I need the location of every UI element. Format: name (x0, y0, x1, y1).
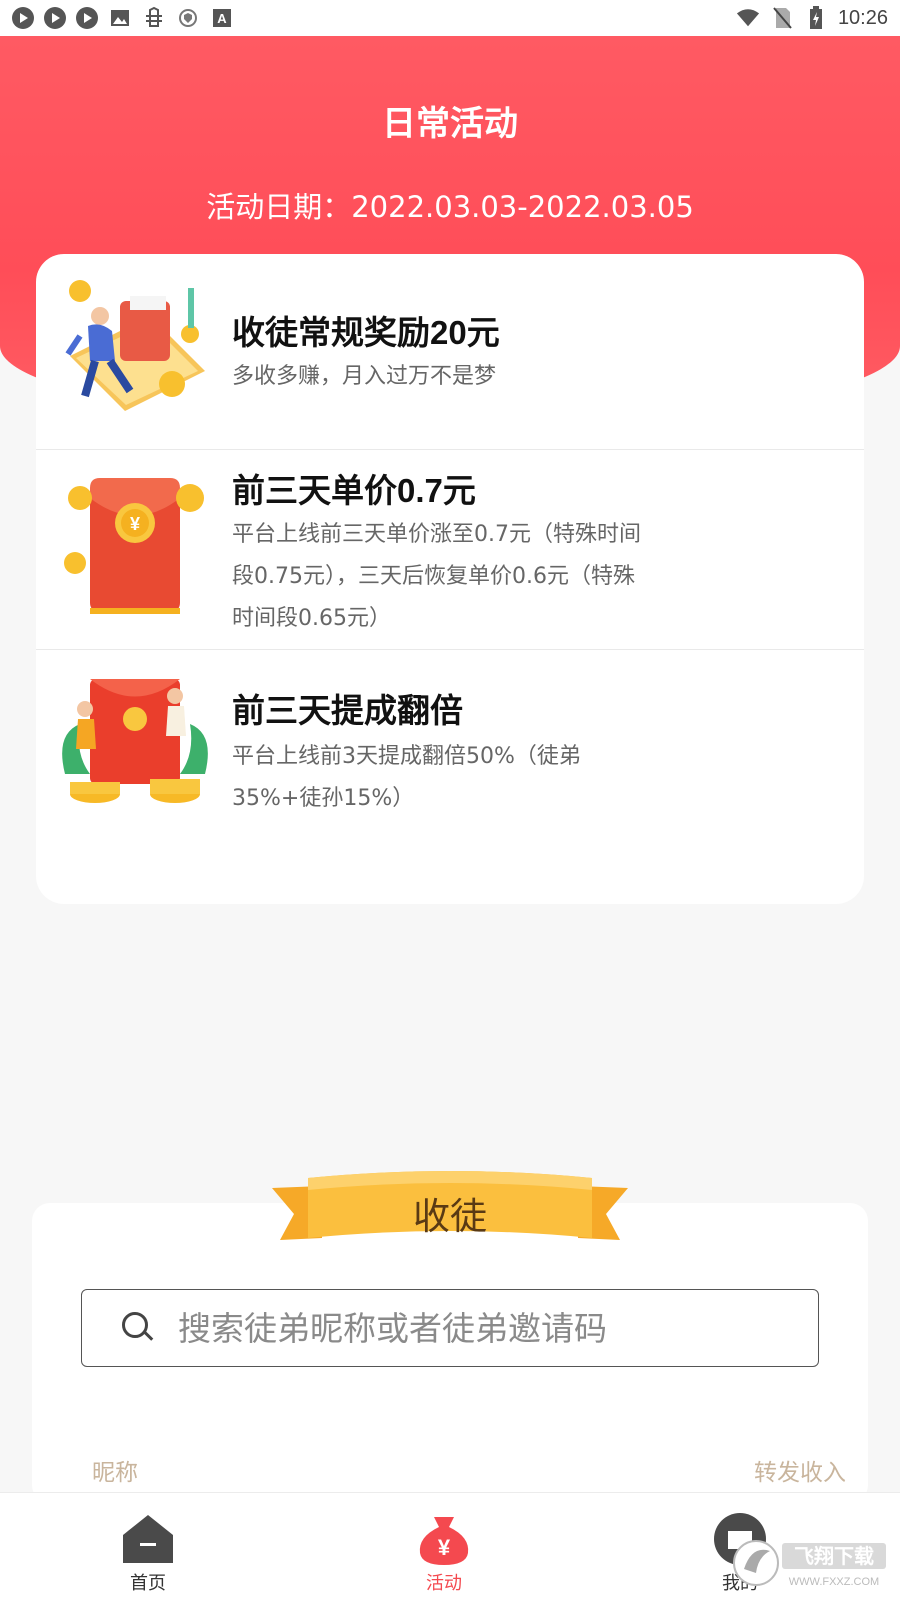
column-header-nickname: 昵称 (92, 1460, 138, 1486)
font-icon: A (210, 6, 234, 30)
svg-text:¥: ¥ (130, 514, 140, 534)
activity-card: 收徒常规奖励20元 多收多赚，月入过万不是梦 ¥ 前三天单价0.7元 平台上线前… (36, 254, 864, 904)
activity-title: 前三天单价0.7元 (232, 472, 476, 509)
svg-text:¥: ¥ (438, 1535, 451, 1560)
activity-title: 前三天提成翻倍 (232, 692, 463, 729)
battery-charging-icon (804, 6, 828, 30)
activity-desc: 多收多赚，月入过万不是梦 (232, 364, 497, 389)
status-right-icons: 10:26 (736, 6, 888, 30)
money-bag-icon: ¥ (419, 1517, 469, 1565)
column-header-income: 转发收入 (754, 1460, 846, 1486)
search-input[interactable] (178, 1308, 638, 1348)
bug-icon (142, 6, 166, 30)
svg-text:WWW.FXXZ.COM: WWW.FXXZ.COM (789, 1576, 879, 1588)
activity-item[interactable]: 收徒常规奖励20元 多收多赚，月入过万不是梦 (36, 254, 864, 450)
activity-title: 收徒常规奖励20元 (232, 314, 500, 351)
red-envelope-people-illustration-icon (62, 679, 208, 803)
activity-desc: 平台上线前三天单价涨至0.7元（特殊时间段0.75元），三天后恢复单价0.6元（… (232, 522, 641, 631)
play-circle-icon (44, 7, 66, 29)
search-icon (118, 1308, 158, 1348)
page-title: 日常活动 (382, 104, 518, 144)
svg-text:飞翔下载: 飞翔下载 (794, 1544, 874, 1568)
svg-text:A: A (217, 11, 227, 26)
no-sim-icon (770, 6, 794, 30)
home-icon (123, 1515, 173, 1563)
status-left-icons: A (12, 6, 234, 30)
wifi-icon (736, 6, 760, 30)
play-circle-icon (12, 7, 34, 29)
nav-label-home: 首页 (130, 1573, 166, 1594)
activity-date: 活动日期：2022.03.03-2022.03.05 (206, 190, 694, 224)
activity-item[interactable]: 前三天提成翻倍 平台上线前3天提成翻倍50%（徒弟35%+徒孙15%） (36, 650, 864, 904)
status-bar: A 10:26 (0, 0, 900, 36)
wallet-illustration-icon (65, 280, 205, 411)
recruit-title: 收徒 (413, 1195, 487, 1238)
red-envelope-illustration-icon: ¥ (64, 478, 204, 614)
play-circle-icon (76, 7, 98, 29)
nav-item-activity[interactable]: ¥ 活动 (344, 1493, 544, 1600)
nav-label-activity: 活动 (426, 1573, 462, 1594)
status-time: 10:26 (837, 6, 888, 29)
search-box[interactable] (81, 1289, 819, 1367)
activity-desc: 平台上线前3天提成翻倍50%（徒弟35%+徒孙15%） (232, 744, 581, 811)
activity-item[interactable]: ¥ 前三天单价0.7元 平台上线前三天单价涨至0.7元（特殊时间段0.75元），… (36, 450, 864, 650)
watermark-logo: 飞翔下载 WWW.FXXZ.COM (730, 1535, 890, 1591)
shield-icon (176, 6, 200, 30)
image-icon (108, 6, 132, 30)
nav-item-home[interactable]: 首页 (48, 1493, 248, 1600)
